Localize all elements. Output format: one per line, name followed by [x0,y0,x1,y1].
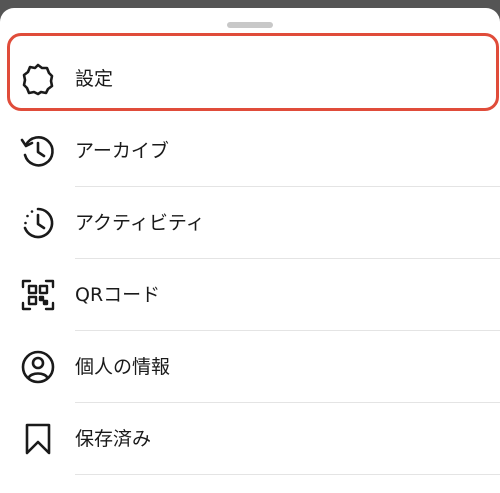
divider [75,474,500,475]
activity-clock-icon [18,203,58,243]
menu-item-qr-code[interactable]: QRコード [0,259,500,331]
bookmark-icon [18,419,58,459]
menu-item-label: 保存済み [75,428,152,450]
menu-item-label: 設定 [75,68,114,90]
menu-item-personal-info[interactable]: 個人の情報 [0,331,500,403]
bottom-sheet-menu: 設定 アーカイブ アクティビティ QRコード 個人の情報 保存済み [0,8,500,493]
menu-item-label: QRコード [75,284,161,306]
archive-history-icon [18,131,58,171]
qr-code-icon [18,275,58,315]
menu-item-label: アーカイブ [75,140,169,162]
menu-item-label: 個人の情報 [75,356,171,378]
gear-icon [18,59,58,99]
menu-item-activity[interactable]: アクティビティ [0,187,500,259]
person-icon [18,347,58,387]
menu-item-archive[interactable]: アーカイブ [0,115,500,187]
menu-item-settings[interactable]: 設定 [0,43,500,115]
drag-handle[interactable] [227,22,273,28]
menu-item-saved[interactable]: 保存済み [0,403,500,475]
menu-item-label: アクティビティ [75,212,205,234]
